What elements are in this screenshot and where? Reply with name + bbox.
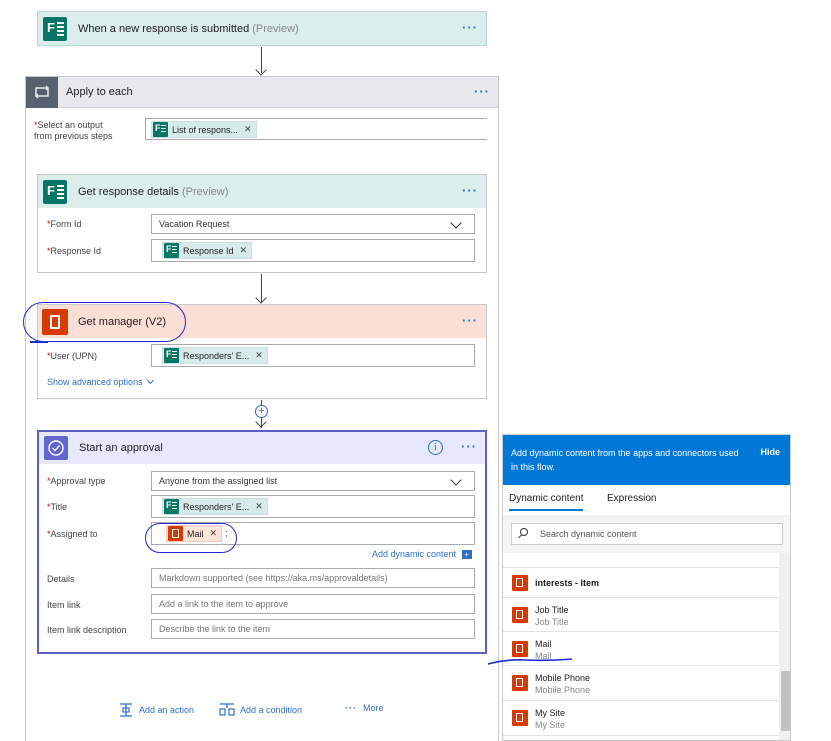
trigger-title: When a new response is submitted (Previe… <box>78 22 299 35</box>
search-area: Search dynamic content <box>503 515 790 553</box>
forms-icon: F <box>38 175 72 208</box>
office-icon <box>512 710 528 726</box>
forms-icon: F <box>164 348 179 363</box>
more-button[interactable]: ··· More <box>345 703 384 713</box>
token-response-id[interactable]: F Response Id ✕ <box>162 242 253 259</box>
form-id-select[interactable]: Vacation Request <box>151 214 475 234</box>
token-responders-email[interactable]: F Responders' E... ✕ <box>162 498 268 515</box>
token-list-of-responses[interactable]: F List of respons... ✕ <box>151 121 257 138</box>
add-action-button[interactable]: Add an action <box>119 703 194 717</box>
office-icon <box>512 575 528 591</box>
title-field[interactable]: F Responders' E... ✕ <box>151 495 475 518</box>
search-icon <box>520 528 528 536</box>
scrollbar[interactable] <box>779 553 790 740</box>
annotation-circle <box>145 523 237 553</box>
list-item[interactable]: interests - Item <box>503 568 779 598</box>
remove-token-icon[interactable]: ✕ <box>240 245 248 256</box>
approval-icon <box>39 432 73 464</box>
more-options-icon[interactable]: ··· <box>461 439 477 454</box>
item-link-description-label: Item link description <box>47 625 127 635</box>
panel-tabs: Dynamic content Expression <box>503 485 790 515</box>
dynamic-content-icon: + <box>461 550 472 559</box>
office-icon <box>512 607 528 623</box>
add-action-icon <box>120 703 132 717</box>
add-condition-button[interactable]: Add a condition <box>219 703 302 717</box>
chevron-down-icon <box>450 217 462 229</box>
more-options-icon[interactable]: ··· <box>462 183 478 198</box>
arrow-down-icon <box>255 64 267 76</box>
chevron-down-icon <box>147 376 155 385</box>
item-link-description-field[interactable]: Describe the link to the item <box>151 619 475 639</box>
dynamic-content-panel: Add dynamic content from the apps and co… <box>502 434 791 741</box>
start-approval-title: Start an approval <box>79 442 163 454</box>
annotation-stroke <box>30 341 48 343</box>
annotation-underline <box>487 658 573 665</box>
select-output-label: *Select an output from previous steps <box>34 120 113 141</box>
loop-icon <box>26 76 58 108</box>
user-upn-label: *User (UPN) <box>47 351 98 361</box>
tab-expression[interactable]: Expression <box>607 493 656 504</box>
details-field[interactable]: Markdown supported (see https://aka.ms/a… <box>151 568 475 588</box>
more-options-icon[interactable]: ··· <box>462 313 478 328</box>
forms-icon: F <box>164 499 179 514</box>
token-responders-email[interactable]: F Responders' E... ✕ <box>162 347 268 364</box>
tab-dynamic-content[interactable]: Dynamic content <box>509 493 584 511</box>
office-icon <box>512 675 528 691</box>
chevron-down-icon <box>450 474 462 486</box>
user-upn-field[interactable]: F Responders' E... ✕ <box>151 344 475 367</box>
forms-icon: F <box>153 122 168 137</box>
forms-icon: F <box>38 12 72 45</box>
search-input[interactable]: Search dynamic content <box>511 523 783 545</box>
panel-header: Add dynamic content from the apps and co… <box>503 435 790 485</box>
response-id-label: *Response Id <box>47 246 102 256</box>
list-item[interactable]: My Site My Site <box>503 701 779 736</box>
more-options-icon[interactable]: ··· <box>474 84 490 99</box>
more-options-icon[interactable]: ··· <box>462 20 478 35</box>
info-icon[interactable]: i <box>428 440 443 455</box>
response-id-field[interactable]: F Response Id ✕ <box>151 239 475 262</box>
remove-token-icon[interactable]: ✕ <box>255 501 263 512</box>
hide-button[interactable]: Hide <box>760 447 780 457</box>
approval-type-label: *Approval type <box>47 476 106 486</box>
annotation-circle <box>23 302 186 342</box>
details-label: Details <box>47 574 75 584</box>
list-item[interactable] <box>503 553 779 568</box>
assigned-to-label: *Assigned to <box>47 529 98 539</box>
get-response-title: Get response details (Preview) <box>78 185 229 198</box>
select-output-field[interactable]: F List of respons... ✕ <box>145 118 487 140</box>
remove-token-icon[interactable]: ✕ <box>255 350 263 361</box>
item-link-label: Item link <box>47 600 81 610</box>
item-link-field[interactable]: Add a link to the item to approve <box>151 594 475 614</box>
forms-icon: F <box>164 243 179 258</box>
more-dots-icon: ··· <box>345 703 357 713</box>
approval-type-select[interactable]: Anyone from the assigned list <box>151 471 475 491</box>
trigger-card[interactable]: F When a new response is submitted (Prev… <box>37 11 487 46</box>
scrollbar-thumb[interactable] <box>781 671 790 731</box>
list-item[interactable]: Mobile Phone Mobile Phone <box>503 666 779 701</box>
remove-token-icon[interactable]: ✕ <box>244 124 252 135</box>
form-id-label: *Form Id <box>47 219 82 229</box>
title-label: *Title <box>47 502 68 512</box>
panel-message: Add dynamic content from the apps and co… <box>511 448 739 472</box>
apply-each-title: Apply to each <box>66 86 133 98</box>
add-dynamic-content-link[interactable]: Add dynamic content + <box>372 549 472 559</box>
add-condition-icon <box>219 703 235 716</box>
show-advanced-options-link[interactable]: Show advanced options <box>47 376 155 387</box>
list-item[interactable]: Job Title Job Title <box>503 598 779 632</box>
